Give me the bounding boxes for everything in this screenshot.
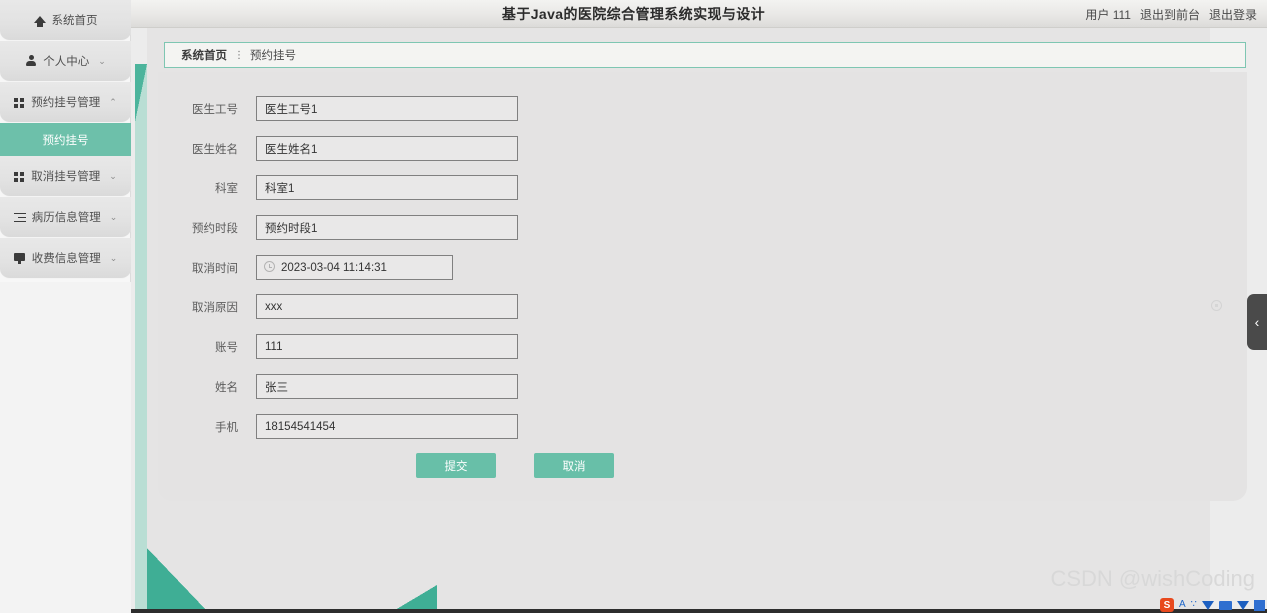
ime-toolbar: S A ∵ — [1159, 597, 1265, 613]
sidebar-item-label: 取消挂号管理 — [31, 171, 101, 183]
sidebar-item-label: 收费信息管理 — [31, 253, 101, 265]
sidebar-item-label: 个人中心 — [43, 56, 90, 68]
breadcrumb: 系统首页 ⋮ 预约挂号 — [164, 42, 1246, 68]
cancel-reason-input[interactable] — [256, 294, 518, 319]
field-label: 手机 — [215, 421, 238, 434]
grid-icon — [14, 171, 25, 182]
header-user-actions: 用户 111 退出到前台 退出登录 — [1085, 0, 1257, 28]
submit-button[interactable]: 提交 — [416, 453, 496, 478]
chevron-up-icon: ⌃ — [109, 96, 117, 107]
form-row-doctor-name: 医生姓名 — [158, 136, 518, 161]
logout-to-front-link[interactable]: 退出到前台 — [1140, 6, 1200, 23]
chevron-down-icon: ⌄ — [109, 211, 118, 222]
sidebar-collapse-handle[interactable]: ‹ — [1247, 294, 1267, 350]
home-icon — [33, 15, 46, 27]
page-title: 基于Java的医院综合管理系统实现与设计 — [501, 6, 766, 22]
chevron-down-icon: ⌄ — [109, 170, 117, 181]
doctor-id-input[interactable] — [256, 96, 518, 121]
clock-icon — [264, 261, 275, 272]
field-label: 医生工号 — [192, 103, 238, 116]
ime-menu-icon[interactable] — [1254, 599, 1265, 611]
sidebar-subitem-appointment[interactable]: 预约挂号 — [0, 123, 131, 156]
form-actions: 提交 取消 — [416, 453, 614, 478]
ime-download-icon[interactable] — [1202, 600, 1214, 610]
field-label: 取消原因 — [192, 301, 238, 314]
doctor-name-input[interactable] — [256, 136, 518, 161]
sidebar-item-home[interactable]: 系统首页 — [0, 0, 131, 41]
appointment-form-panel: 医生工号 医生姓名 科室 预约时段 取消时间 取消原因 账号 姓名 手机 — [158, 72, 1247, 501]
sidebar-item-medical-record-management[interactable]: 病历信息管理 ⌄ — [0, 197, 131, 238]
cancel-time-field-wrapper — [256, 255, 453, 280]
account-input[interactable] — [256, 334, 518, 359]
chevron-down-icon: ⌄ — [109, 252, 118, 263]
name-input[interactable] — [256, 374, 518, 399]
list-icon — [13, 212, 26, 223]
bottom-edge-line — [131, 609, 1267, 613]
current-user-label: 用户 111 — [1085, 7, 1131, 22]
appointment-period-input[interactable] — [256, 215, 518, 240]
breadcrumb-home[interactable]: 系统首页 — [181, 47, 227, 63]
grid-icon — [14, 97, 25, 108]
sidebar-item-label: 病历信息管理 — [31, 212, 101, 224]
user-icon — [25, 55, 37, 67]
form-row-cancel-reason: 取消原因 — [158, 294, 518, 319]
logout-link[interactable]: 退出登录 — [1209, 6, 1257, 23]
breadcrumb-separator-icon: ⋮ — [234, 49, 244, 61]
breadcrumb-current[interactable]: 预约挂号 — [250, 47, 296, 63]
chevron-down-icon: ⌄ — [98, 55, 106, 66]
sidebar-item-label: 系统首页 — [51, 15, 98, 27]
field-label: 账号 — [215, 341, 238, 354]
form-row-doctor-id: 医生工号 — [158, 96, 518, 121]
field-label: 科室 — [215, 182, 238, 195]
ime-logo-icon[interactable]: S — [1159, 598, 1174, 612]
top-header-bar: 基于Java的医院综合管理系统实现与设计 用户 111 退出到前台 退出登录 — [0, 0, 1267, 28]
ime-toolbox-icon[interactable] — [1237, 600, 1249, 610]
cancel-time-input[interactable] — [256, 255, 453, 280]
sidebar-item-cancel-appointment-management[interactable]: 取消挂号管理 ⌄ — [0, 156, 131, 197]
form-row-name: 姓名 — [158, 374, 518, 399]
decorative-triangle-left — [147, 548, 209, 613]
sidebar-subitem-label: 预约挂号 — [42, 134, 89, 147]
cancel-button[interactable]: 取消 — [534, 453, 614, 478]
phone-input[interactable] — [256, 414, 518, 439]
field-label: 预约时段 — [192, 222, 238, 235]
decorative-strip-vertical — [135, 64, 147, 613]
sidebar-item-personal-center[interactable]: 个人中心 ⌄ — [0, 41, 131, 82]
form-row-cancel-time: 取消时间 — [158, 255, 453, 280]
sidebar-item-appointment-management[interactable]: 预约挂号管理 ⌃ — [0, 82, 131, 123]
settings-dot-icon — [1211, 300, 1222, 311]
form-row-phone: 手机 — [158, 414, 518, 439]
sidebar: 系统首页 个人中心 ⌄ 预约挂号管理 ⌃ 预约挂号 取消挂号管理 ⌄ 病历信息管… — [0, 0, 131, 613]
monitor-icon — [13, 252, 26, 264]
decorative-strip-top-wedge — [135, 64, 147, 122]
watermark-text: CSDN @wishCoding — [1050, 566, 1255, 591]
field-label: 取消时间 — [192, 262, 238, 275]
form-row-appointment-period: 预约时段 — [158, 215, 518, 240]
form-row-account: 账号 — [158, 334, 518, 359]
form-row-department: 科室 — [158, 175, 518, 200]
sidebar-item-billing-management[interactable]: 收费信息管理 ⌄ — [0, 238, 131, 279]
ime-letter-icon[interactable]: A — [1179, 600, 1186, 610]
ime-keyboard-icon[interactable] — [1219, 600, 1232, 610]
sidebar-filler — [0, 282, 131, 613]
sidebar-item-label: 预约挂号管理 — [31, 97, 101, 109]
department-input[interactable] — [256, 175, 518, 200]
field-label: 姓名 — [215, 381, 238, 394]
sidebar-menu: 系统首页 个人中心 ⌄ 预约挂号管理 ⌃ 预约挂号 取消挂号管理 ⌄ 病历信息管… — [0, 0, 131, 279]
field-label: 医生姓名 — [192, 143, 238, 156]
ime-dots-icon[interactable]: ∵ — [1191, 600, 1197, 610]
